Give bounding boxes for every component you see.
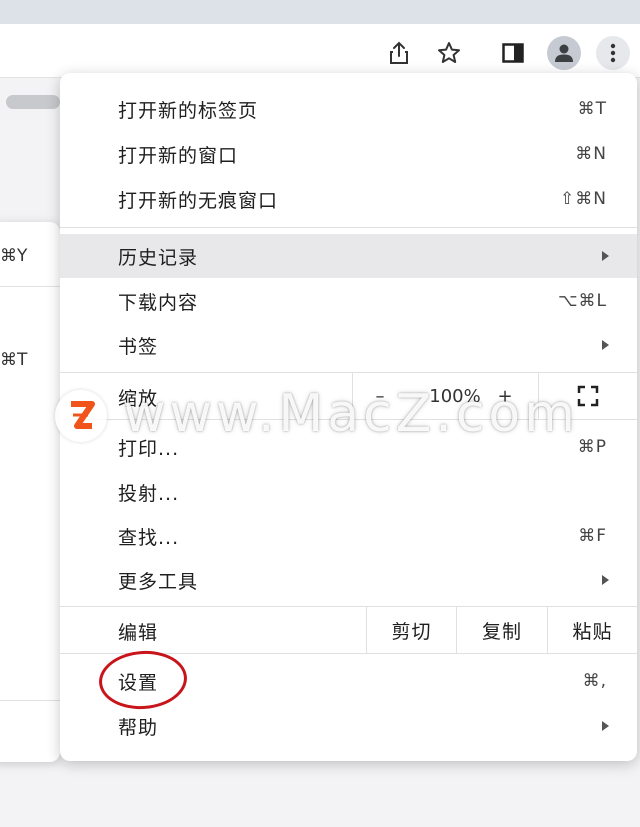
zoom-out-button[interactable]: – (360, 373, 400, 419)
menu-item-label: 下载内容 (118, 291, 199, 314)
menu-item-label: 投射... (118, 482, 180, 505)
edit-row: 编辑 剪切 复制 粘贴 (60, 607, 637, 653)
page-placeholder (6, 95, 60, 109)
menu-item-shortcut: ⌥⌘L (557, 291, 607, 311)
menu-item-shortcut: ⌘F (578, 526, 607, 546)
zoom-row: 缩放 – 100% + (60, 373, 637, 419)
menu-item-find[interactable]: 查找... ⌘F (60, 514, 637, 558)
side-panel-button[interactable] (496, 36, 530, 70)
star-icon (438, 42, 460, 63)
submenu-arrow-icon (602, 575, 609, 585)
zoom-label: 缩放 (118, 388, 159, 410)
menu-item-new-tab[interactable]: 打开新的标签页 ⌘T (60, 87, 637, 131)
menu-item-shortcut: ⌘P (577, 437, 607, 457)
submenu-separator (0, 286, 60, 287)
menu-item-new-window[interactable]: 打开新的窗口 ⌘N (60, 132, 637, 176)
cut-button[interactable]: 剪切 (367, 607, 456, 653)
menu-item-label: 打印... (118, 437, 180, 460)
menu-item-label: 书签 (118, 335, 159, 358)
side-panel-icon (502, 43, 524, 63)
menu-item-downloads[interactable]: 下载内容 ⌥⌘L (60, 279, 637, 323)
share-button[interactable] (382, 36, 416, 70)
menu-item-shortcut: ⌘N (575, 144, 607, 164)
paste-button[interactable]: 粘贴 (548, 607, 637, 653)
menu-item-history[interactable]: 历史记录 (60, 234, 637, 278)
history-submenu: ⌘Y ⌘T (0, 222, 60, 762)
submenu-shortcut-history[interactable]: ⌘Y (0, 246, 27, 266)
chrome-menu-button[interactable] (596, 36, 630, 70)
copy-button[interactable]: 复制 (457, 607, 547, 653)
browser-toolbar (0, 24, 640, 78)
tab-strip (0, 0, 640, 24)
menu-item-shortcut: ⌘T (577, 99, 607, 119)
menu-item-help[interactable]: 帮助 (60, 704, 637, 748)
submenu-shortcut-item[interactable]: ⌘T (0, 350, 27, 370)
menu-item-new-incognito[interactable]: 打开新的无痕窗口 ⇧⌘N (60, 177, 637, 221)
menu-item-label: 更多工具 (118, 570, 199, 593)
menu-item-label: 打开新的标签页 (118, 99, 259, 122)
submenu-arrow-icon (602, 721, 609, 731)
menu-separator (60, 227, 637, 228)
menu-item-more-tools[interactable]: 更多工具 (60, 558, 637, 602)
menu-item-label: 打开新的窗口 (118, 144, 239, 167)
person-icon (555, 44, 573, 62)
menu-item-print[interactable]: 打印... ⌘P (60, 425, 637, 469)
submenu-arrow-icon (602, 251, 609, 261)
edit-label: 编辑 (118, 622, 159, 644)
fullscreen-button[interactable] (539, 373, 637, 419)
menu-separator (60, 419, 637, 420)
menu-item-label: 查找... (118, 526, 180, 549)
submenu-arrow-icon (602, 340, 609, 350)
menu-item-label: 打开新的无痕窗口 (118, 189, 279, 212)
submenu-separator (0, 700, 60, 701)
menu-item-label: 历史记录 (118, 246, 199, 269)
zoom-in-button[interactable]: + (485, 373, 525, 419)
fullscreen-icon (577, 385, 599, 407)
kebab-icon (610, 43, 616, 63)
bookmark-star-button[interactable] (432, 36, 466, 70)
menu-item-shortcut: ⇧⌘N (560, 189, 607, 209)
profile-button[interactable] (547, 36, 581, 70)
zoom-divider (352, 373, 353, 419)
menu-item-cast[interactable]: 投射... (60, 470, 637, 514)
menu-item-bookmarks[interactable]: 书签 (60, 323, 637, 367)
menu-item-shortcut: ⌘, (582, 671, 607, 691)
menu-item-label: 帮助 (118, 716, 159, 739)
share-icon (390, 41, 408, 64)
